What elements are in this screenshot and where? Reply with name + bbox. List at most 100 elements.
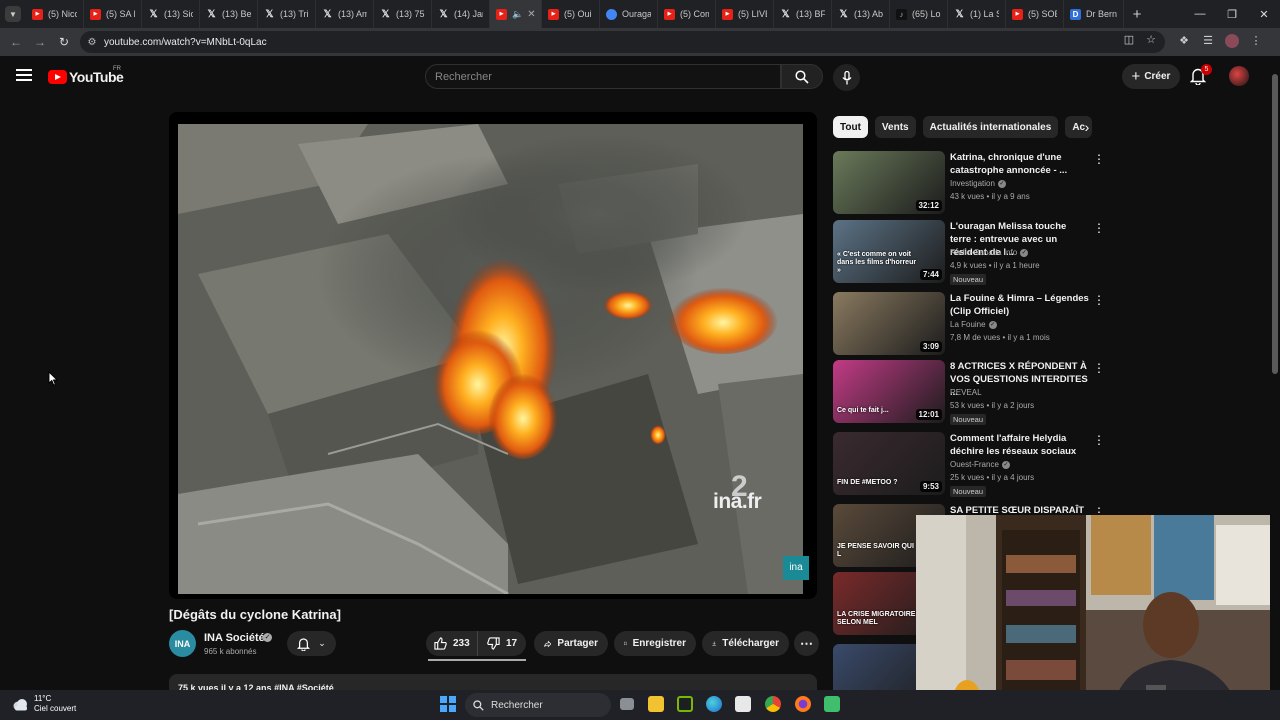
video-thumbnail[interactable]: 32:12 [833, 151, 945, 214]
download-button[interactable]: Télécharger [702, 631, 789, 656]
search-input[interactable]: Rechercher [425, 64, 781, 89]
chip-filter[interactable]: Vents [874, 116, 916, 138]
store-icon[interactable] [735, 696, 751, 712]
browser-tab[interactable]: 𝕏 (13) Am [316, 0, 374, 28]
video-thumbnail[interactable]: 3:09 [833, 292, 945, 355]
site-info-icon[interactable]: ⚙ [80, 37, 104, 48]
recommendation-channel[interactable]: Investigation ✓ [950, 179, 1006, 188]
reload-button[interactable]: ↻ [52, 35, 76, 49]
minimize-button[interactable]: — [1184, 8, 1216, 21]
browser-tab[interactable]: ▶ (5) Nico [26, 0, 84, 28]
youtube-logo[interactable]: YouTube FR [48, 66, 124, 85]
browser-tab[interactable]: Ouraga [600, 0, 658, 28]
browser-tab[interactable]: 𝕏 (13) Ab [832, 0, 890, 28]
browser-tab[interactable]: 𝕏 (13) 75 [374, 0, 432, 28]
browser-tab[interactable]: D Dr Bern [1064, 0, 1124, 28]
recommendation-item[interactable]: Ce qui te fait j... 12:01 8 ACTRICES X RÉP… [833, 360, 1105, 425]
recommendation-item[interactable]: FIN DE #METOO ? 9:53 Comment l'affaire Hel… [833, 432, 1105, 497]
file-explorer-icon[interactable] [648, 696, 664, 712]
recommendation-item[interactable]: « C'est comme on voit dans les films d'h… [833, 220, 1105, 285]
back-button[interactable]: ← [4, 35, 28, 49]
firefox-icon[interactable] [795, 696, 811, 712]
recommendation-item[interactable]: 32:12 Katrina, chronique d'une catastroph… [833, 151, 1105, 215]
xbox-app-icon[interactable] [824, 696, 840, 712]
browser-tab[interactable]: 𝕏 (14) Jan [432, 0, 490, 28]
more-vertical-icon[interactable]: ⋮ [1093, 294, 1105, 306]
save-button[interactable]: Enregistrer [614, 631, 696, 656]
recommendation-channel[interactable]: La Fouine ✓ [950, 320, 997, 329]
browser-tab[interactable]: 𝕏 (13) Trib [258, 0, 316, 28]
close-tab-icon[interactable]: ✕ [527, 9, 535, 20]
weather-widget[interactable]: 11°C Ciel couvert [12, 694, 76, 714]
chip-all[interactable]: Tout [833, 116, 868, 138]
recommendation-channel[interactable]: Ouest-France ✓ [950, 460, 1010, 469]
recommendation-channel[interactable]: Radio-Canada Info ✓ [950, 248, 1029, 257]
taskbar-search[interactable]: Rechercher [465, 693, 611, 717]
browser-tab[interactable]: ▶ (5) SOB [1006, 0, 1064, 28]
new-tab-button[interactable]: + [1124, 6, 1150, 23]
browser-tab[interactable]: 𝕏 (13) BF [774, 0, 832, 28]
browser-menu-icon[interactable]: ⋮ [1244, 34, 1268, 48]
browser-tab[interactable]: ▶ (5) Oui [542, 0, 600, 28]
notifications-button[interactable]: 5 [1189, 64, 1212, 87]
browser-tab[interactable]: ▶ (5) LIVE [716, 0, 774, 28]
hamburger-menu-icon[interactable] [16, 69, 32, 81]
forward-button[interactable]: → [28, 35, 52, 49]
search-button[interactable] [781, 64, 823, 89]
create-button[interactable]: + Créer [1122, 64, 1180, 89]
dislike-button[interactable]: 17 [478, 637, 517, 650]
windows-start-icon[interactable] [440, 696, 456, 712]
tab-search-button[interactable]: ▼ [0, 0, 26, 28]
subscribed-notifications-button[interactable]: ⌄ [287, 631, 336, 656]
speaker-icon[interactable]: 🔈 [512, 9, 523, 20]
browser-tab[interactable]: 𝕏 (13) Bel [200, 0, 258, 28]
more-vertical-icon[interactable]: ⋮ [1093, 153, 1105, 165]
page-scrollbar[interactable] [1270, 56, 1280, 690]
browser-tab[interactable]: ♪ (65) Lou [890, 0, 948, 28]
nvidia-icon[interactable] [677, 696, 693, 712]
restore-button[interactable]: ❐ [1216, 8, 1248, 21]
media-control-icon[interactable]: ☰ [1196, 34, 1220, 48]
recommendation-title[interactable]: La Fouine & Himra – Légendes (Clip Offic… [950, 292, 1090, 318]
voice-search-button[interactable] [833, 64, 860, 91]
chrome-icon[interactable] [765, 696, 781, 712]
profile-avatar[interactable] [1225, 34, 1239, 48]
extensions-icon[interactable]: ❖ [1172, 34, 1196, 48]
close-window-button[interactable]: ✕ [1248, 8, 1280, 21]
bookmark-star-icon[interactable]: ☆ [1140, 33, 1162, 46]
recommendation-title[interactable]: Comment l'affaire Helydia déchire les ré… [950, 432, 1090, 458]
channel-avatar[interactable]: INA [169, 630, 196, 657]
task-view-icon[interactable] [620, 698, 634, 710]
more-vertical-icon[interactable]: ⋮ [1093, 362, 1105, 374]
chip-filter[interactable]: Actualités internationales [922, 116, 1059, 138]
channel-name[interactable]: INA Société [204, 632, 265, 644]
browser-tab[interactable]: ▶ (5) SA P [84, 0, 142, 28]
scrollbar-thumb[interactable] [1272, 74, 1278, 374]
video-thumbnail[interactable]: Ce qui te fait j... 12:01 [833, 360, 945, 423]
recommendation-item[interactable]: 3:09 La Fouine & Himra – Légendes (Clip O… [833, 292, 1105, 356]
account-avatar[interactable] [1229, 66, 1249, 86]
more-vertical-icon[interactable]: ⋮ [1093, 434, 1105, 446]
browser-tab[interactable]: ▶ (5) Com [658, 0, 716, 28]
chevron-right-icon[interactable]: › [1076, 116, 1098, 138]
like-button[interactable]: 233 [426, 631, 478, 656]
edge-icon[interactable] [706, 696, 722, 712]
separator-dot: • [1000, 333, 1008, 342]
tab-title: (13) Am [338, 9, 367, 19]
video-thumbnail[interactable]: FIN DE #METOO ? 9:53 [833, 432, 945, 495]
youtube-icon: ▶ [496, 8, 507, 20]
video-thumbnail[interactable]: « C'est comme on voit dans les films d'h… [833, 220, 945, 283]
video-player[interactable]: 2 ina.fr ina [169, 112, 817, 599]
view-count: 43 k vues [950, 192, 985, 201]
recommendation-title[interactable]: Katrina, chronique d'une catastrophe ann… [950, 151, 1090, 177]
recommendation-channel[interactable]: REVEAL [950, 388, 982, 397]
more-vertical-icon[interactable]: ⋮ [1093, 222, 1105, 234]
address-bar[interactable]: ⚙ youtube.com/watch?v=MNbLt-0qLac [80, 31, 1165, 53]
browser-tab[interactable]: 𝕏 (1) La S [948, 0, 1006, 28]
install-app-icon[interactable]: ◫ [1118, 33, 1140, 46]
view-count: 4,9 k vues [950, 261, 987, 270]
share-button[interactable]: Partager [534, 631, 608, 656]
more-actions-button[interactable]: ⋯ [794, 631, 819, 656]
browser-tab[interactable]: 𝕏 (13) Sic [142, 0, 200, 28]
browser-tab[interactable]: ▶ 🔈 ✕ [490, 0, 542, 28]
